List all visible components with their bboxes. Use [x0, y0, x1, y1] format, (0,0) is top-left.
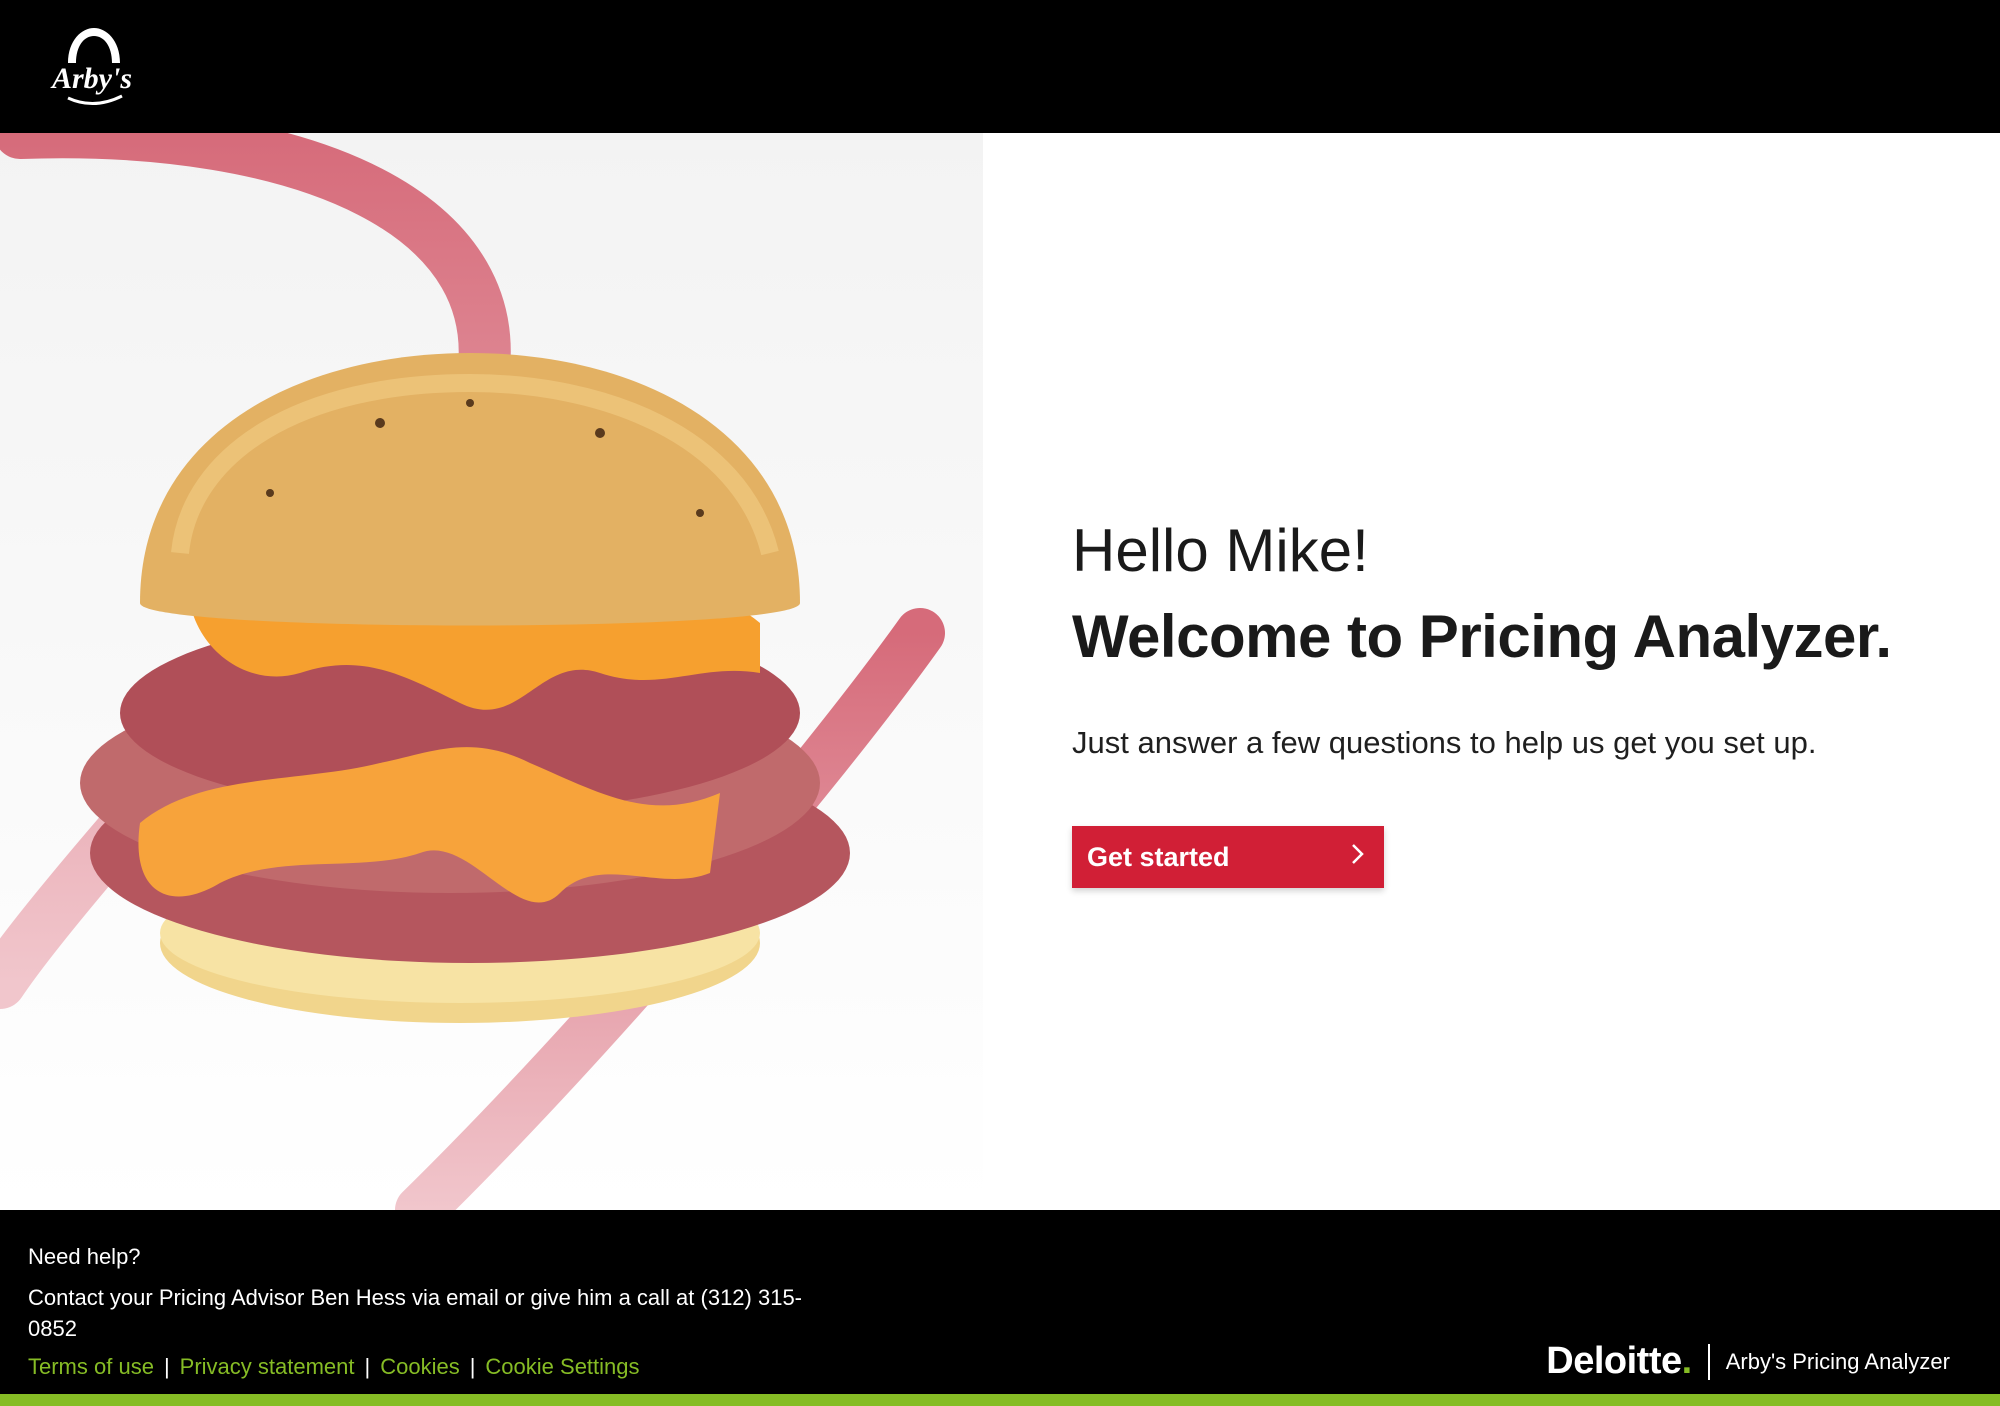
get-started-button[interactable]: Get started [1072, 826, 1384, 888]
cookies-link[interactable]: Cookies [380, 1354, 459, 1380]
deloitte-logo: Deloitte. [1546, 1340, 1692, 1382]
link-separator: | [364, 1354, 371, 1379]
welcome-title: Welcome to Pricing Analyzer. [1072, 603, 1892, 670]
arbys-logo[interactable]: Arby's [40, 18, 150, 114]
terms-of-use-link[interactable]: Terms of use [28, 1354, 154, 1380]
top-header: Arby's [0, 0, 2000, 133]
brand-divider [1707, 1343, 1710, 1380]
footer-links: Terms of use | Privacy statement | Cooki… [28, 1354, 640, 1380]
help-contact-text: Contact your Pricing Advisor Ben Hess vi… [28, 1285, 803, 1341]
greeting-heading: Hello Mike! [1072, 517, 1369, 584]
sandwich-illustration [80, 353, 850, 1023]
footer-accent-bar [0, 1394, 2000, 1406]
get-started-label: Get started [1087, 841, 1230, 872]
help-title: Need help? [28, 1244, 141, 1269]
svg-text:Arby's: Arby's [50, 62, 132, 95]
cookie-settings-link[interactable]: Cookie Settings [485, 1354, 639, 1380]
page-footer: Need help? Contact your Pricing Advisor … [0, 1210, 2000, 1394]
privacy-statement-link[interactable]: Privacy statement [180, 1354, 355, 1380]
chevron-right-icon [1350, 840, 1366, 874]
welcome-subtitle: Just answer a few questions to help us g… [1072, 725, 1817, 760]
hero-image [0, 133, 983, 1210]
footer-brand: Deloitte. Arby's Pricing Analyzer [1546, 1340, 1950, 1383]
link-separator: | [469, 1354, 476, 1379]
app-name: Arby's Pricing Analyzer [1725, 1348, 1950, 1374]
welcome-panel: Hello Mike! Welcome to Pricing Analyzer.… [1072, 515, 1972, 888]
link-separator: | [163, 1354, 170, 1379]
